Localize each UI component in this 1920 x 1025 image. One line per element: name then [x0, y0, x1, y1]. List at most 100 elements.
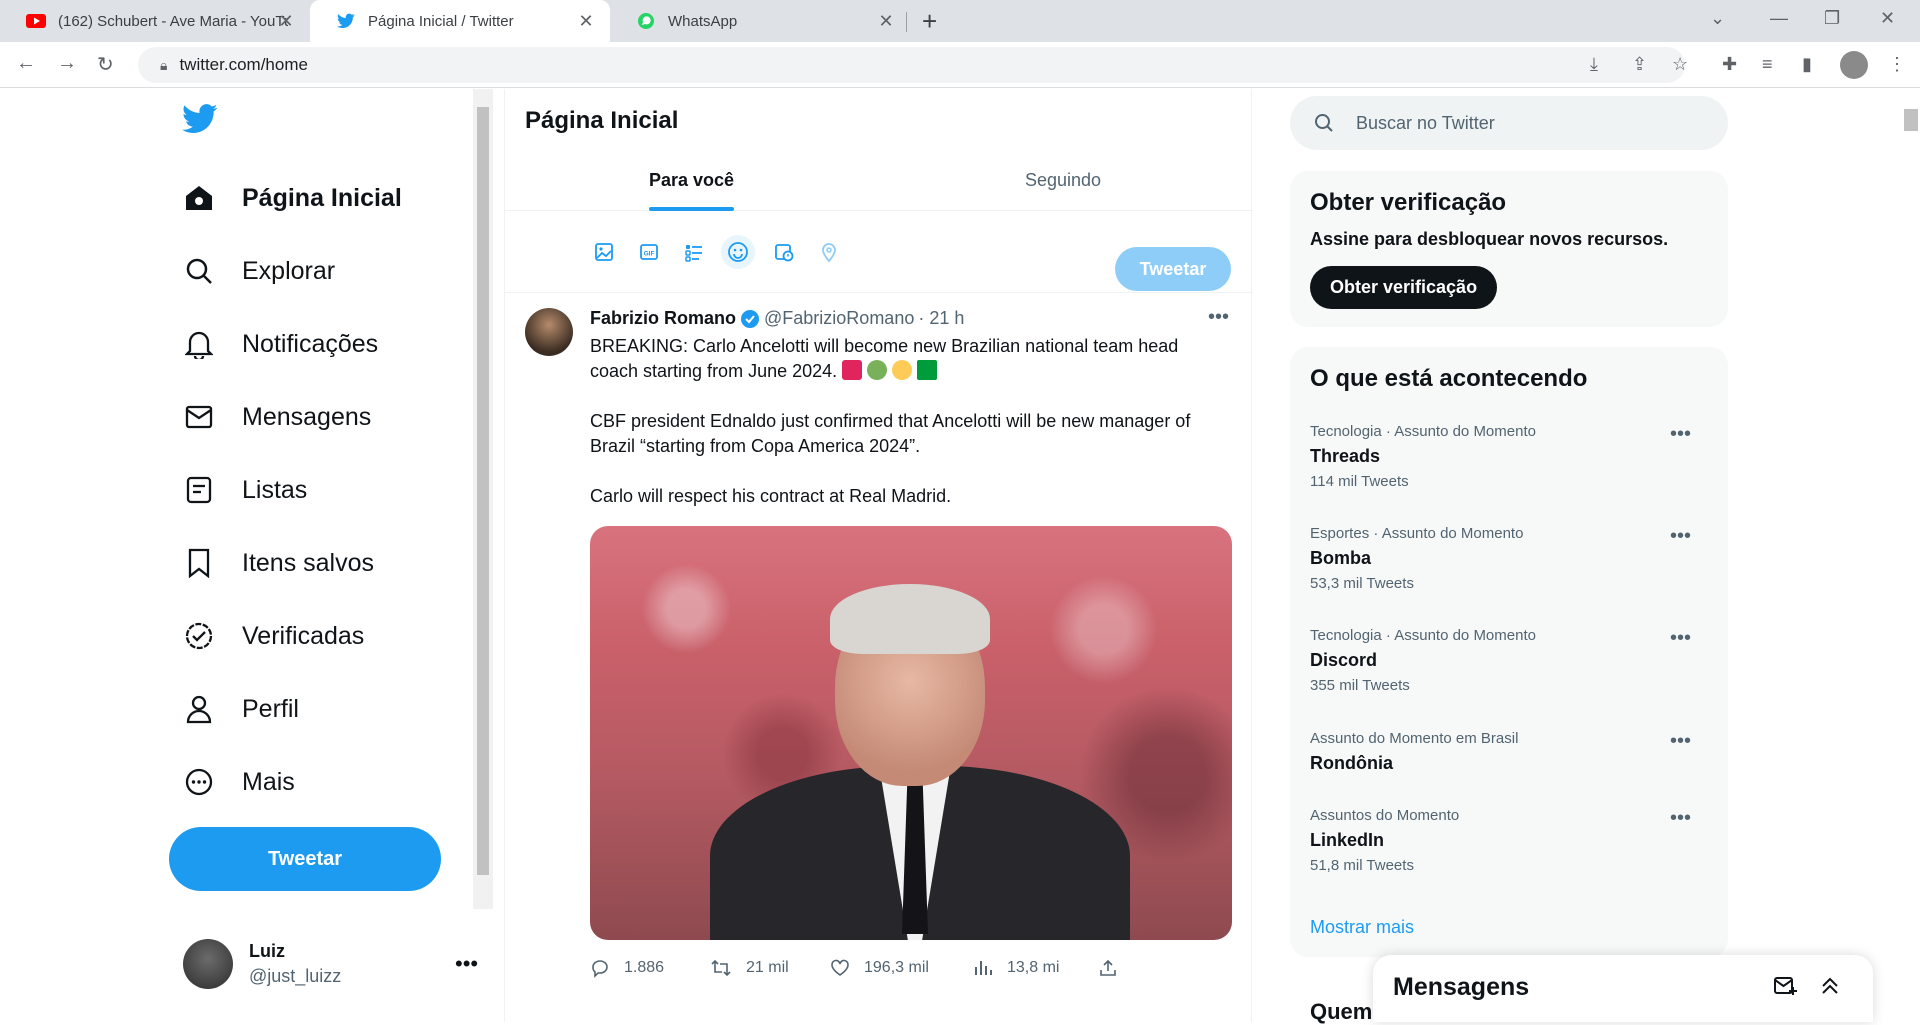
trend-more-icon[interactable]: ••• [1670, 525, 1691, 548]
nav-messages[interactable]: Mensagens [182, 397, 371, 437]
tab-following[interactable]: Seguindo [1025, 149, 1101, 211]
get-verified-button[interactable]: Obter verificação [1310, 266, 1498, 309]
like-button[interactable]: 196,3 mil [830, 958, 929, 978]
views-button[interactable]: 13,8 mi [973, 958, 1059, 978]
browser-tab-whatsapp[interactable]: WhatsApp ✕ [610, 0, 910, 42]
browser-tab-youtube[interactable]: (162) Schubert - Ave Maria - YouTube ✕ [0, 0, 310, 42]
location-icon[interactable] [812, 235, 846, 269]
trend-title: Discord [1310, 650, 1378, 670]
tweet-time[interactable]: · 21 h [918, 308, 964, 329]
back-icon[interactable]: ← [16, 52, 36, 75]
messages-drawer[interactable]: Mensagens [1373, 955, 1873, 1022]
search-input[interactable]: Buscar no Twitter [1290, 96, 1728, 150]
trend-more-icon[interactable]: ••• [1670, 807, 1691, 830]
twitter-bird-icon [336, 11, 356, 31]
tab-separator [906, 12, 907, 32]
share-icon[interactable]: ⇪ [1632, 54, 1647, 75]
browser-tab-twitter[interactable]: Página Inicial / Twitter ✕ [310, 0, 610, 42]
retweet-button[interactable]: 21 mil [710, 958, 789, 978]
reload-icon[interactable]: ↻ [97, 52, 114, 77]
trend-item[interactable]: Tecnologia · Assunto do Momento Discord … [1310, 627, 1710, 694]
reply-button[interactable]: 1.886 [590, 958, 664, 978]
close-tab-icon[interactable]: ✕ [576, 11, 596, 32]
trend-count: 114 mil Tweets [1310, 473, 1409, 490]
account-more-icon[interactable]: ••• [455, 951, 478, 977]
avatar[interactable] [525, 308, 573, 356]
minimize-icon[interactable]: — [1770, 8, 1788, 29]
extensions-icon[interactable]: ✚ [1722, 54, 1737, 75]
trend-item[interactable]: Tecnologia · Assunto do Momento Threads … [1310, 423, 1710, 490]
trend-more-icon[interactable]: ••• [1670, 627, 1691, 650]
tab-for-you[interactable]: Para você [649, 149, 735, 211]
author-handle[interactable]: @FabrizioRomano [764, 308, 914, 329]
image-icon[interactable] [587, 235, 621, 269]
twitter-logo-icon[interactable] [182, 104, 218, 139]
views-count: 13,8 mi [1007, 959, 1060, 976]
close-window-icon[interactable]: ✕ [1880, 8, 1895, 29]
user-handle: @just_luizz [249, 966, 342, 986]
bookmark-star-icon[interactable]: ☆ [1672, 54, 1688, 75]
trend-more-icon[interactable]: ••• [1670, 423, 1691, 446]
svg-text:GIF: GIF [644, 251, 655, 258]
reply-count: 1.886 [624, 959, 665, 976]
account-switcher[interactable]: Luiz @just_luizz [183, 939, 341, 989]
menu-icon[interactable]: ⋮ [1888, 54, 1906, 75]
tab-title: WhatsApp [668, 12, 738, 30]
tweet-more-icon[interactable]: ••• [1208, 306, 1229, 329]
close-tab-icon[interactable]: ✕ [876, 11, 896, 32]
trend-title: Threads [1310, 446, 1381, 466]
tab-label: Para você [649, 169, 735, 190]
trends-card: O que está acontecendo Tecnologia · Assu… [1290, 347, 1728, 957]
emoji-icon[interactable] [721, 235, 755, 269]
trend-item[interactable]: Esportes · Assunto do Momento Bomba 53,3… [1310, 525, 1710, 592]
trend-more-icon[interactable]: ••• [1670, 730, 1691, 753]
nav-notifications[interactable]: Notificações [182, 324, 378, 364]
install-icon[interactable]: ⤓ [1590, 54, 1598, 75]
nav-home[interactable]: Página Inicial [182, 178, 402, 218]
verified-badge-icon [740, 309, 760, 329]
address-bar[interactable]: 🔒︎ twitter.com/home [138, 47, 1685, 83]
nav-more[interactable]: Mais [182, 762, 295, 802]
tab-search-icon[interactable]: ⌄ [1710, 8, 1725, 29]
new-tab-icon[interactable]: + [922, 6, 937, 37]
nav-lists[interactable]: Listas [182, 470, 307, 510]
page-scrollbar[interactable] [1900, 89, 1920, 1022]
trend-item[interactable]: Assunto do Momento em Brasil Rondônia ••… [1310, 730, 1710, 774]
url-text: twitter.com/home [179, 55, 308, 74]
restore-icon[interactable]: ❐ [1824, 8, 1840, 29]
heart-icon [831, 959, 849, 976]
home-icon [182, 181, 216, 215]
card-subtitle: Assine para desbloquear novos recursos. [1310, 229, 1669, 249]
tweet-photo[interactable] [590, 526, 1232, 940]
schedule-icon[interactable] [767, 235, 801, 269]
tab-title: Página Inicial / Twitter [368, 12, 514, 30]
nav-bookmarks[interactable]: Itens salvos [182, 543, 374, 583]
sidebar-scrollbar[interactable] [473, 89, 493, 909]
nav-explore[interactable]: Explorar [182, 251, 335, 291]
retweet-icon [711, 959, 731, 977]
close-tab-icon[interactable]: ✕ [276, 11, 296, 32]
trend-title: Bomba [1310, 548, 1372, 568]
nav-verified[interactable]: Verificadas [182, 616, 364, 656]
card-title: Obter verificação [1310, 189, 1507, 216]
expand-chevron-icon[interactable] [1819, 975, 1841, 1002]
profile-avatar[interactable] [1840, 51, 1868, 79]
person-icon [182, 692, 216, 726]
show-more-link[interactable]: Mostrar mais [1310, 917, 1414, 938]
verification-card: Obter verificação Assine para desbloquea… [1290, 171, 1728, 327]
poll-icon[interactable] [677, 235, 711, 269]
tweet-paragraph: Carlo will respect his contract at Real … [590, 486, 952, 506]
nav-profile[interactable]: Perfil [182, 689, 299, 729]
new-message-icon[interactable] [1773, 975, 1797, 1002]
tweet-button[interactable]: Tweetar [169, 827, 441, 891]
trend-item[interactable]: Assuntos do Momento LinkedIn 51,8 mil Tw… [1310, 807, 1710, 874]
side-panel-icon[interactable]: ▮ [1802, 54, 1812, 75]
forward-icon[interactable]: → [57, 52, 77, 75]
author-name[interactable]: Fabrizio Romano [590, 308, 736, 329]
share-button[interactable] [1098, 958, 1132, 978]
nav-label: Mais [242, 767, 295, 796]
composer-tweet-button[interactable]: Tweetar [1115, 247, 1231, 291]
nav-label: Explorar [242, 256, 336, 285]
gif-icon[interactable]: GIF [632, 235, 666, 269]
media-icon[interactable]: ≡ [1762, 54, 1773, 75]
